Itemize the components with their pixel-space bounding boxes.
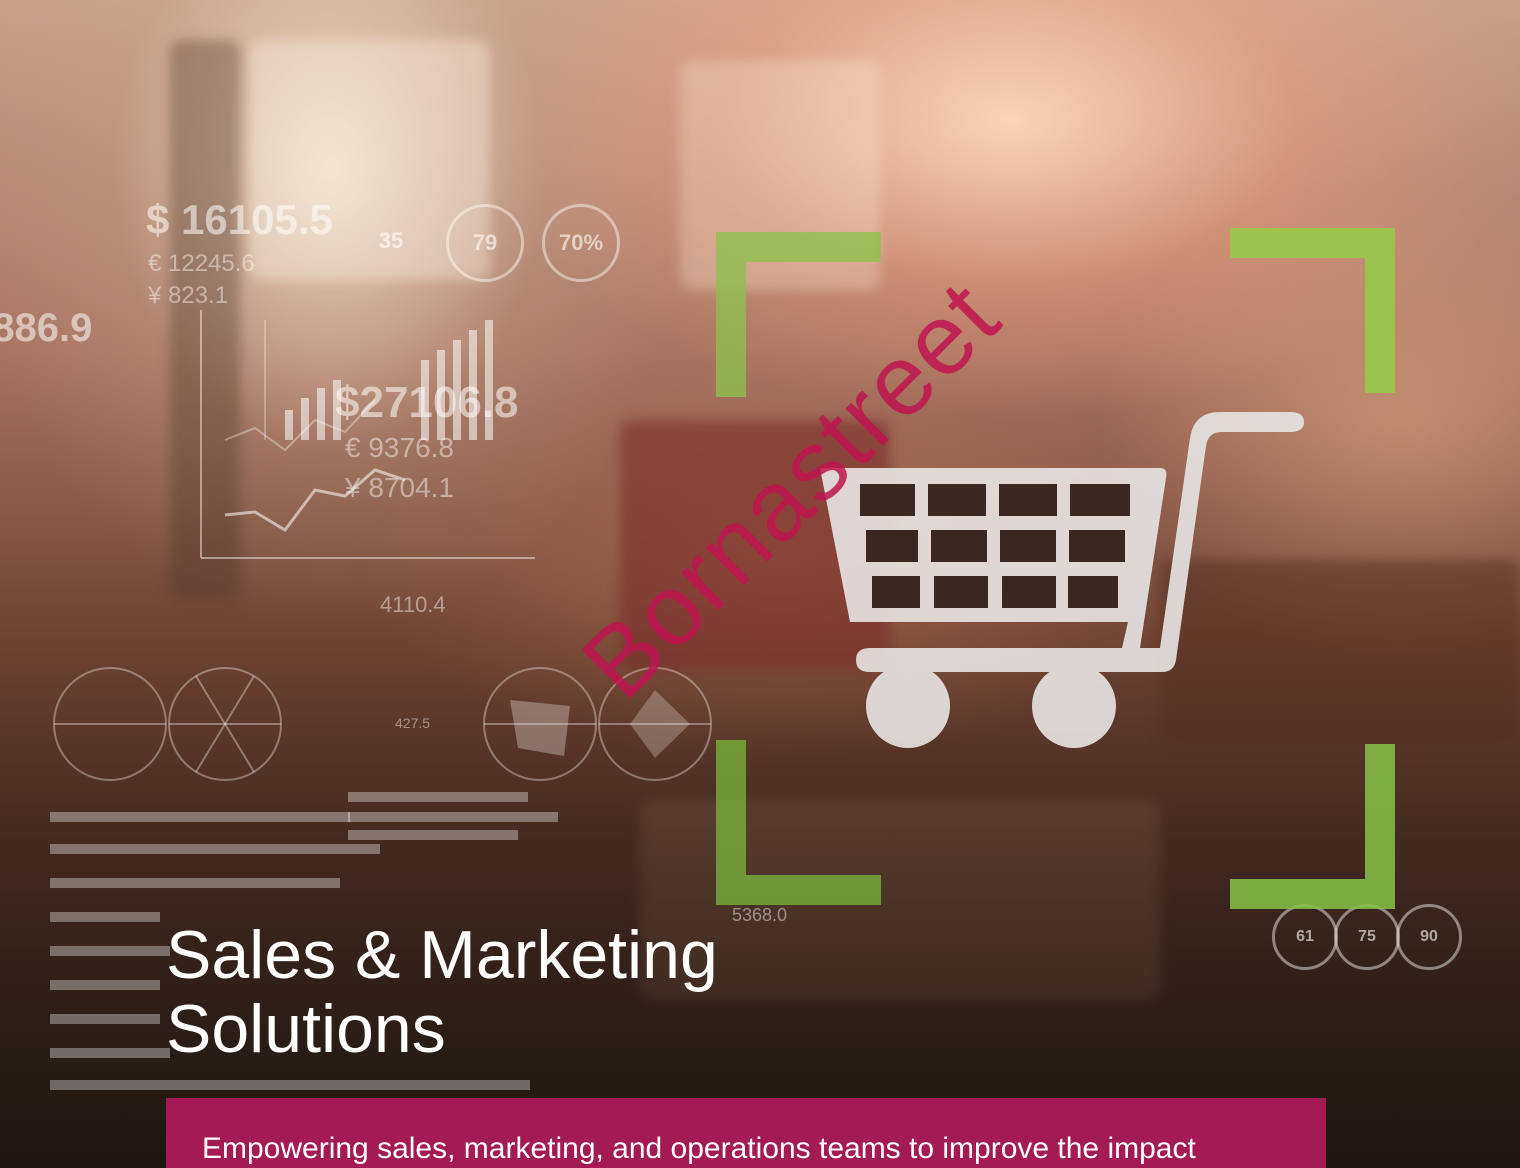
page-title-line-2: Solutions <box>166 991 446 1067</box>
tagline-text: Empowering sales, marketing, and operati… <box>202 1132 1196 1165</box>
frame-corner-bottom-left <box>716 740 881 905</box>
overlay-bar <box>50 1048 170 1058</box>
overlay-bar <box>50 946 170 956</box>
overlay-gauge: 61 <box>1272 904 1338 970</box>
tagline-banner: Empowering sales, marketing, and operati… <box>166 1098 1326 1168</box>
overlay-bar <box>348 830 518 840</box>
overlay-bar <box>348 812 558 822</box>
frame-corner-bottom-right <box>1230 744 1395 909</box>
overlay-bar <box>50 912 160 922</box>
overlay-figure: 5368.0 <box>732 905 788 925</box>
overlay-line-chart <box>200 310 535 559</box>
hero-background: $ 16105.5 € 12245.6 ¥ 823.1 4886.9 $2710… <box>0 0 1520 1168</box>
overlay-gauge: 35 <box>378 228 404 253</box>
overlay-bar <box>50 980 160 990</box>
frame-corner-top-right <box>1230 228 1395 393</box>
overlay-bar <box>50 878 340 888</box>
overlay-gauge: 79 <box>446 204 524 282</box>
overlay-gauge: 90 <box>1396 904 1462 970</box>
overlay-gauge: 75 <box>1334 904 1400 970</box>
overlay-figure: 4110.4 <box>380 592 446 617</box>
overlay-bar <box>50 812 350 822</box>
overlay-gauge: 70% <box>542 204 620 282</box>
page-title-line-1: Sales & Marketing <box>166 917 718 993</box>
overlay-figure: 4886.9 <box>0 306 93 350</box>
page-title: Sales & Marketing Solutions <box>166 918 718 1066</box>
overlay-bar <box>50 1080 530 1090</box>
overlay-figure: $ 16105.5 <box>146 196 333 243</box>
overlay-bar <box>348 792 528 802</box>
overlay-bar <box>50 844 380 854</box>
overlay-bar <box>50 1014 160 1024</box>
overlay-figure: € 12245.6 <box>148 250 255 277</box>
